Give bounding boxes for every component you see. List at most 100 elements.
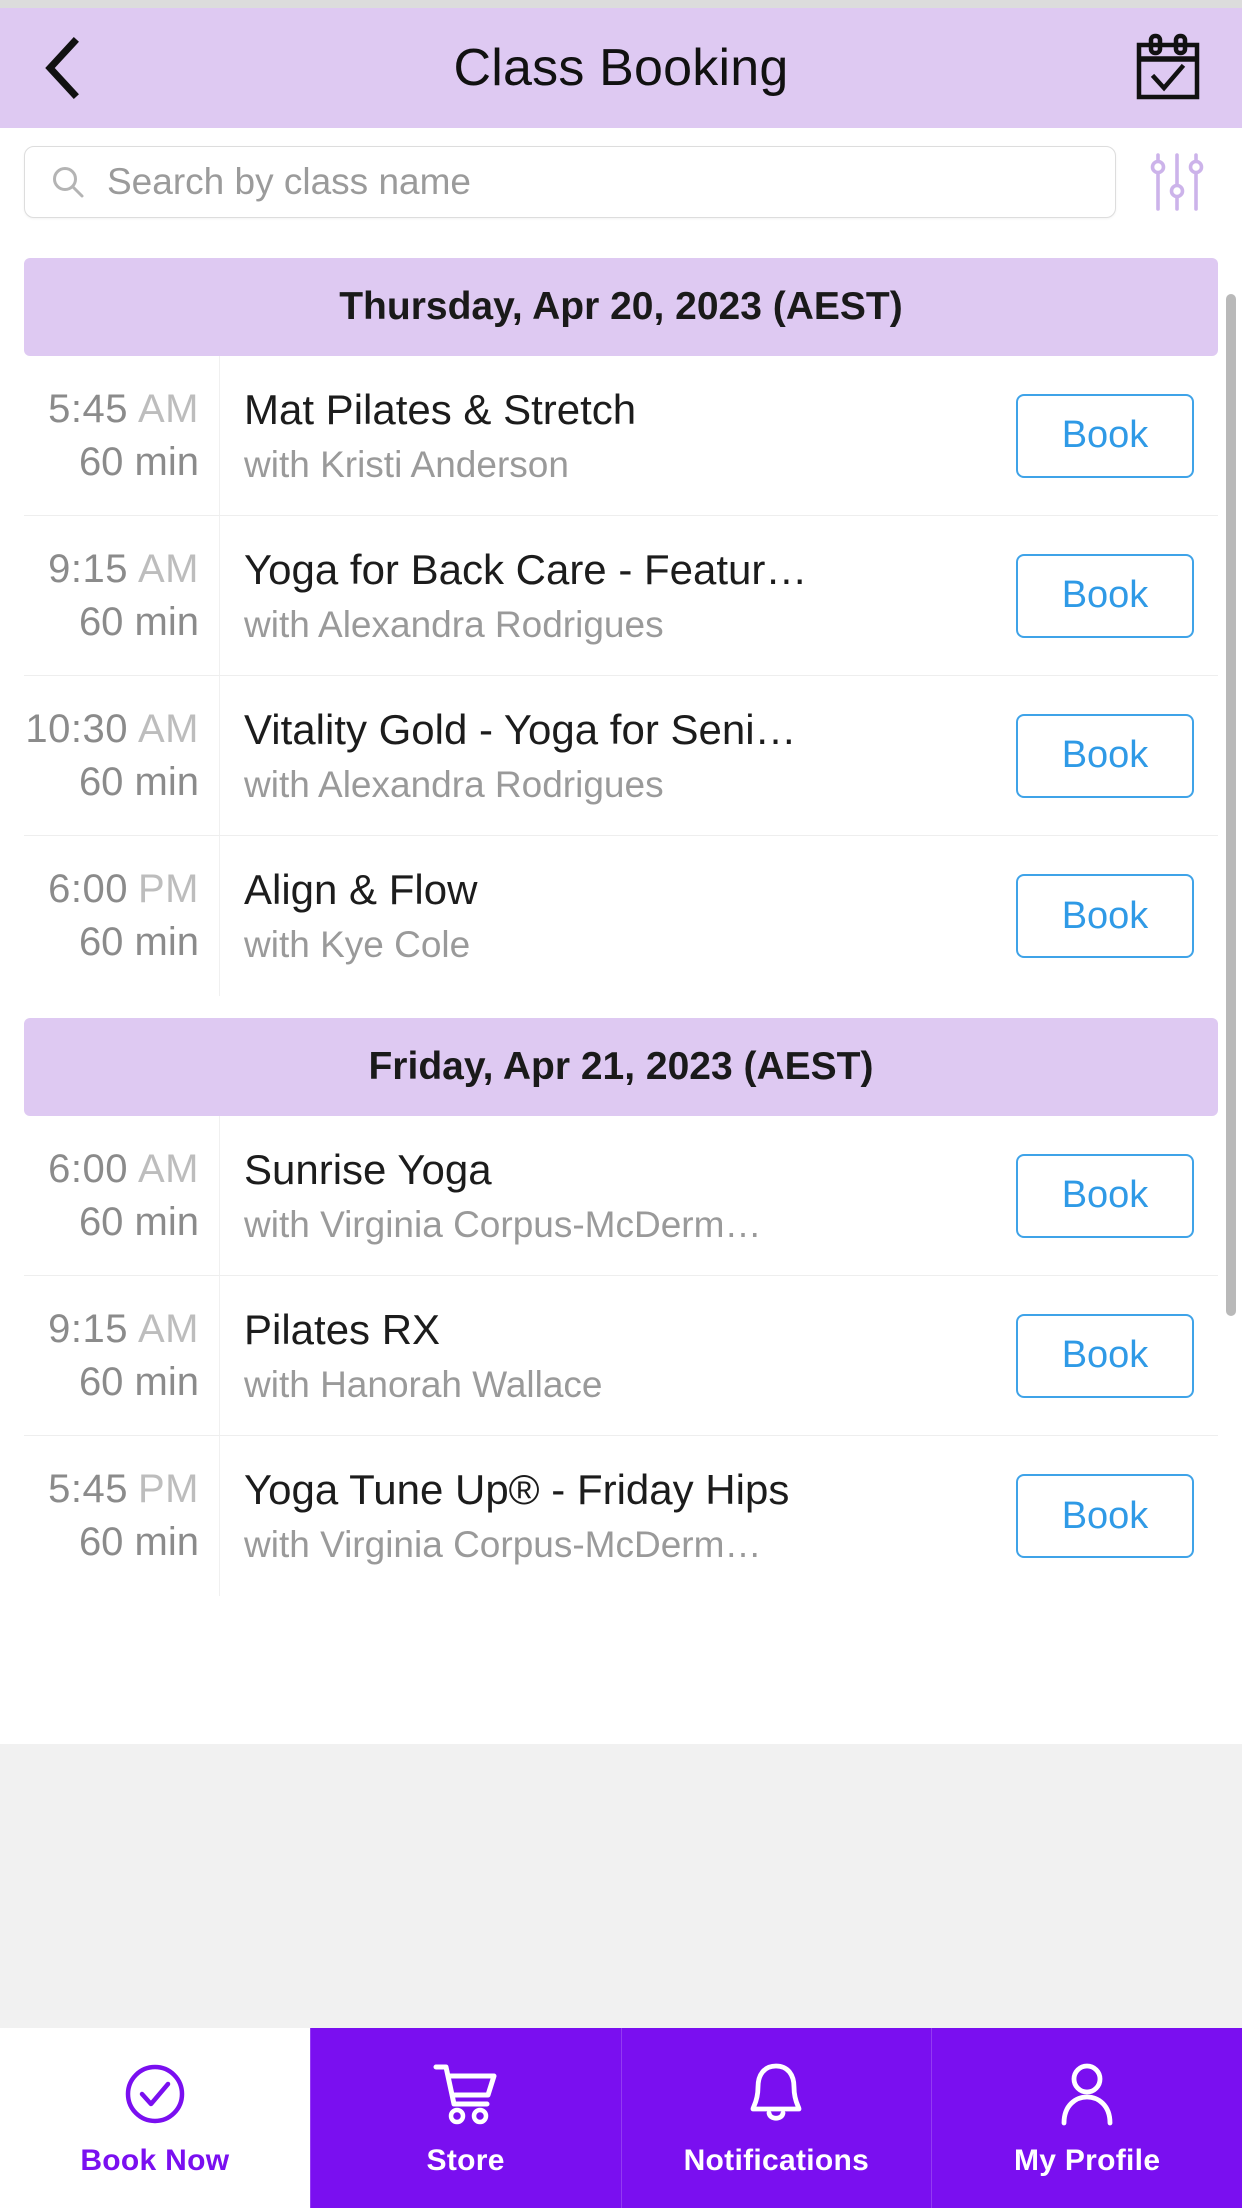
bottom-navigation: Book Now Store Notifications My Profile (0, 2028, 1242, 2208)
nav-item-my-profile[interactable]: My Profile (931, 2028, 1242, 2208)
book-button[interactable]: Book (1016, 1153, 1194, 1238)
class-info-column: Yoga Tune Up® - Friday Hips with Virginia… (220, 1436, 992, 1596)
book-button[interactable]: Book (1016, 713, 1194, 798)
class-action-column: Book (992, 1436, 1218, 1596)
day-header-label: Thursday, Apr 20, 2023 (AEST) (339, 285, 903, 328)
nav-item-notifications[interactable]: Notifications (620, 2028, 932, 2208)
class-row[interactable]: 6:00 PM 60 min Align & Flow with Kye Cole Boo… (24, 836, 1218, 996)
class-duration: 60 min (78, 1199, 199, 1244)
nav-item-store[interactable]: Store (309, 2028, 621, 2208)
class-start-time: 6:00 AM (48, 1147, 199, 1192)
nav-item-label: Book Now (80, 2144, 230, 2177)
class-time-meridiem: AM (138, 386, 199, 431)
class-name: Sunrise Yoga (244, 1145, 492, 1193)
class-duration: 60 min (78, 759, 199, 804)
shopping-cart-icon (432, 2058, 500, 2130)
class-row[interactable]: 9:15 AM 60 min Pilates RX with Hanorah Walla… (24, 1276, 1218, 1436)
class-action-column: Book (992, 676, 1218, 835)
class-time-value: 5:45 (48, 1467, 128, 1511)
class-start-time: 5:45 AM (48, 387, 199, 432)
class-time-meridiem: AM (138, 546, 199, 591)
class-time-value: 5:45 (48, 386, 128, 431)
class-name: Mat Pilates & Stretch (244, 385, 637, 433)
filter-sliders-icon (1150, 153, 1204, 211)
app-root: Class Booking Search by class name Thurs… (0, 0, 1242, 2208)
class-row[interactable]: 5:45 PM 60 min Yoga Tune Up® - Friday Hips w… (24, 1436, 1218, 1596)
class-info-column: Yoga for Back Care - Featur… with Alexand… (220, 516, 992, 675)
chevron-left-icon (45, 37, 79, 99)
class-action-column: Book (992, 516, 1218, 675)
calendar-check-icon (1136, 33, 1200, 100)
class-action-column: Book (992, 1276, 1218, 1435)
class-time-column: 5:45 PM 60 min (24, 1436, 220, 1596)
class-info-column: Sunrise Yoga with Virginia Corpus-McDerm… (220, 1116, 992, 1275)
nav-item-label: Store (426, 2144, 505, 2177)
book-button[interactable]: Book (1016, 1313, 1194, 1398)
scrollbar[interactable] (1226, 236, 1236, 1744)
class-time-meridiem: AM (138, 706, 199, 751)
class-row[interactable]: 5:45 AM 60 min Mat Pilates & Stretch with Kr… (24, 356, 1218, 516)
app-header: Class Booking (0, 8, 1242, 128)
class-instructor: with Alexandra Rodrigues (244, 763, 664, 805)
class-info-column: Mat Pilates & Stretch with Kristi Anderso… (220, 356, 992, 515)
class-start-time: 9:15 AM (48, 547, 199, 592)
class-instructor: with Virginia Corpus-McDerm… (244, 1524, 762, 1565)
class-start-time: 5:45 PM (48, 1467, 199, 1512)
day-header-label: Friday, Apr 21, 2023 (AEST) (368, 1045, 874, 1088)
status-strip (0, 0, 1242, 8)
class-row[interactable]: 6:00 AM 60 min Sunrise Yoga with Virginia Co… (24, 1116, 1218, 1276)
nav-item-label: My Profile (1013, 2144, 1161, 2177)
class-time-column: 10:30 AM 60 min (24, 676, 220, 835)
class-start-time: 9:15 AM (48, 1307, 199, 1352)
day-header: Friday, Apr 21, 2023 (AEST) (24, 1018, 1218, 1116)
class-info-column: Pilates RX with Hanorah Wallace (220, 1276, 992, 1435)
class-time-meridiem: AM (138, 1306, 199, 1351)
class-time-meridiem: PM (138, 1467, 199, 1511)
class-time-value: 6:00 (48, 1146, 128, 1191)
class-time-value: 10:30 (25, 706, 128, 751)
class-instructor: with Virginia Corpus-McDerm… (244, 1203, 762, 1245)
scrollbar-thumb[interactable] (1226, 294, 1236, 1316)
book-button[interactable]: Book (1016, 553, 1194, 638)
class-time-column: 6:00 AM 60 min (24, 1116, 220, 1275)
class-instructor: with Hanorah Wallace (244, 1363, 603, 1405)
class-time-column: 9:15 AM 60 min (24, 516, 220, 675)
class-info-column: Vitality Gold - Yoga for Seni… with Alexa… (220, 676, 992, 835)
class-time-meridiem: AM (138, 1146, 199, 1191)
class-action-column: Book (992, 836, 1218, 996)
nav-item-label: Notifications (683, 2144, 870, 2177)
class-list-scroll-area[interactable]: Thursday, Apr 20, 2023 (AEST) 5:45 AM 60 mi… (0, 236, 1242, 1744)
back-button[interactable] (40, 36, 110, 100)
class-row[interactable]: 9:15 AM 60 min Yoga for Back Care - Featur…… (24, 516, 1218, 676)
book-button[interactable]: Book (1016, 1474, 1194, 1558)
calendar-button[interactable] (1122, 33, 1202, 103)
search-input[interactable]: Search by class name (24, 146, 1116, 218)
class-time-value: 9:15 (48, 546, 128, 591)
class-start-time: 6:00 PM (48, 867, 199, 912)
book-button[interactable]: Book (1016, 393, 1194, 478)
class-name: Yoga for Back Care - Featur… (244, 545, 808, 593)
class-name: Yoga Tune Up® - Friday Hips (244, 1466, 790, 1513)
class-duration: 60 min (78, 920, 199, 964)
class-duration: 60 min (78, 1359, 199, 1404)
class-instructor: with Kristi Anderson (244, 443, 569, 485)
filter-button[interactable] (1134, 151, 1220, 213)
nav-item-book-now[interactable]: Book Now (0, 2028, 310, 2208)
class-duration: 60 min (78, 599, 199, 644)
class-rows: 6:00 AM 60 min Sunrise Yoga with Virginia Co… (24, 1116, 1218, 1596)
class-start-time: 10:30 AM (25, 707, 199, 752)
class-duration: 60 min (78, 439, 199, 484)
class-action-column: Book (992, 1116, 1218, 1275)
class-time-value: 6:00 (48, 867, 128, 911)
class-action-column: Book (992, 356, 1218, 515)
search-icon (53, 167, 84, 198)
class-row[interactable]: 10:30 AM 60 min Vitality Gold - Yoga for Se… (24, 676, 1218, 836)
class-time-column: 9:15 AM 60 min (24, 1276, 220, 1435)
class-duration: 60 min (78, 1520, 199, 1564)
class-instructor: with Alexandra Rodrigues (244, 603, 664, 645)
class-rows: 5:45 AM 60 min Mat Pilates & Stretch with Kr… (24, 356, 1218, 996)
book-button[interactable]: Book (1016, 874, 1194, 958)
search-row: Search by class name (0, 128, 1242, 236)
class-time-column: 6:00 PM 60 min (24, 836, 220, 996)
class-name: Align & Flow (244, 866, 478, 913)
